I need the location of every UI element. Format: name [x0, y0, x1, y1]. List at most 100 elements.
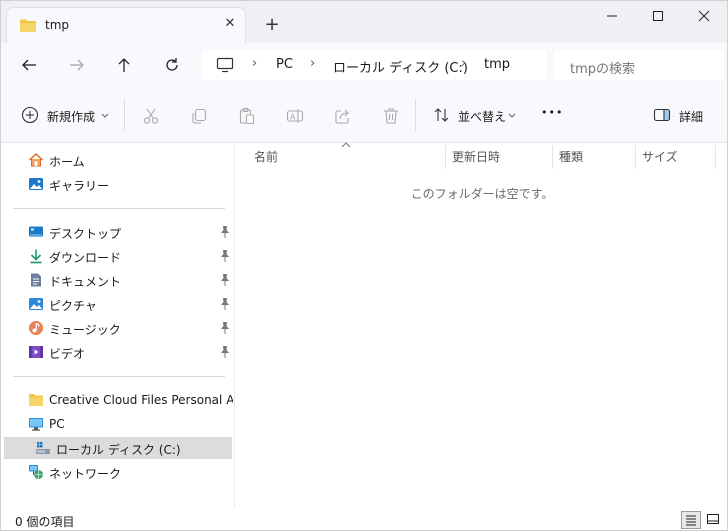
sort-caret-icon [341, 142, 351, 148]
sidebar-item-pictures[interactable]: ピクチャ [1, 293, 233, 315]
toolbar-divider [124, 99, 125, 131]
up-button[interactable] [111, 53, 137, 77]
pin-icon[interactable] [219, 249, 231, 263]
column-divider[interactable] [552, 145, 553, 169]
address-row: › PC › ローカル ディスク (C:) › tmp tmpの検索 [1, 43, 727, 87]
breadcrumb-pc[interactable]: PC [276, 57, 293, 72]
breadcrumb-separator: › [252, 56, 258, 71]
sidebar-item-label: ネットワーク [49, 467, 122, 481]
monitor-icon [216, 57, 234, 73]
tiles-view-icon [707, 514, 719, 524]
sidebar-item-label: ビデオ [49, 347, 86, 361]
column-divider[interactable] [445, 145, 446, 169]
file-list: 名前 更新日時 種類 サイズ このフォルダーは空です。 [235, 142, 727, 508]
sidebar-item-downloads[interactable]: ダウンロード [1, 245, 233, 267]
sort-button[interactable]: 並べ替え [433, 103, 519, 127]
maximize-button[interactable] [635, 5, 681, 29]
sidebar-item-label: PC [49, 417, 65, 431]
back-button[interactable] [16, 53, 42, 77]
tab-title: tmp [45, 18, 70, 32]
close-button[interactable] [681, 5, 727, 29]
column-divider[interactable] [715, 145, 716, 169]
sidebar-item-videos[interactable]: ビデオ [1, 341, 233, 363]
video-icon [29, 346, 43, 358]
minimize-icon [607, 15, 617, 17]
sidebar-divider [13, 208, 225, 209]
new-tab-button[interactable]: + [261, 15, 283, 37]
pin-icon[interactable] [219, 297, 231, 311]
list-view-icon [686, 515, 696, 526]
arrow-right-icon [70, 59, 84, 71]
pin-icon[interactable] [219, 225, 231, 239]
breadcrumb[interactable]: › PC › ローカル ディスク (C:) › tmp [202, 50, 547, 80]
pin-icon[interactable] [219, 273, 231, 287]
navigation-pane: ホーム ギャラリー デスクトップ ダウンロード ドキュメント ピクチャ ミュージ… [1, 143, 235, 508]
folder-icon [29, 394, 43, 406]
details-view-button[interactable] [681, 511, 701, 529]
item-count: 0 個の項目 [15, 515, 75, 529]
sidebar-item-label: ミュージック [49, 323, 121, 337]
chevron-down-icon [508, 113, 516, 118]
pin-icon[interactable] [219, 321, 231, 335]
breadcrumb-tmp[interactable]: tmp [484, 57, 510, 72]
forward-button[interactable] [64, 53, 90, 77]
minimize-button[interactable] [589, 5, 635, 29]
download-icon [30, 249, 42, 264]
sidebar-item-pc[interactable]: PC [1, 413, 233, 435]
new-label: 新規作成 [47, 110, 96, 124]
pin-icon[interactable] [219, 345, 231, 359]
sidebar-item-gallery[interactable]: ギャラリー [1, 173, 233, 195]
sidebar-item-label: ダウンロード [49, 251, 122, 265]
drive-icon [36, 442, 50, 454]
column-divider[interactable] [635, 145, 636, 169]
search-placeholder: tmpの検索 [570, 62, 636, 77]
tiles-view-button[interactable] [704, 511, 724, 529]
pictures-icon [29, 298, 43, 310]
network-icon [29, 465, 43, 479]
tab-tmp[interactable]: tmp ✕ [6, 7, 246, 43]
new-button[interactable]: 新規作成 [21, 103, 111, 127]
status-bar: 0 個の項目 [1, 508, 727, 530]
tab-close-icon[interactable]: ✕ [221, 15, 239, 33]
rename-icon[interactable]: A [286, 107, 304, 125]
column-header-size[interactable]: サイズ [642, 148, 678, 165]
toolbar-divider [415, 99, 416, 131]
home-icon [28, 152, 44, 167]
sidebar-item-music[interactable]: ミュージック [1, 317, 233, 339]
sidebar-item-label: ホーム [49, 155, 85, 169]
empty-folder-message: このフォルダーは空です。 [410, 187, 554, 201]
share-icon[interactable] [334, 107, 352, 125]
folder-icon [20, 19, 36, 32]
details-label: 詳細 [679, 110, 704, 124]
maximize-icon [653, 11, 663, 21]
paste-icon[interactable] [238, 107, 256, 125]
search-input[interactable]: tmpの検索 [554, 50, 724, 80]
column-header-modified[interactable]: 更新日時 [452, 148, 500, 165]
refresh-icon [166, 58, 178, 71]
trash-icon[interactable] [382, 107, 400, 125]
sidebar-item-desktop[interactable]: デスクトップ [1, 221, 233, 243]
sidebar-divider [13, 376, 225, 377]
column-header-name[interactable]: 名前 [254, 148, 278, 165]
refresh-button[interactable] [159, 53, 185, 77]
pc-icon [29, 418, 43, 431]
sidebar-item-documents[interactable]: ドキュメント [1, 269, 233, 291]
sidebar-item-home[interactable]: ホーム [1, 149, 233, 171]
command-bar: 新規作成 A 並べ替え ••• 詳細 [1, 87, 727, 143]
sidebar-item-network[interactable]: ネットワーク [1, 461, 233, 483]
column-header-type[interactable]: 種類 [559, 148, 583, 165]
close-icon [698, 10, 710, 22]
breadcrumb-separator: › [461, 56, 467, 71]
breadcrumb-local-disk[interactable]: ローカル ディスク (C:) [333, 57, 468, 76]
document-icon [31, 273, 41, 287]
sidebar-item-creative-cloud[interactable]: Creative Cloud Files Personal Account [1, 389, 233, 411]
sort-label: 並べ替え [458, 110, 507, 124]
copy-icon[interactable] [190, 107, 208, 125]
music-icon [29, 321, 43, 335]
gallery-icon [29, 178, 43, 190]
more-options-button[interactable]: ••• [541, 106, 563, 119]
details-button[interactable]: 詳細 [653, 103, 709, 127]
cut-icon[interactable] [142, 107, 160, 125]
sidebar-item-label: ローカル ディスク (C:) [56, 443, 181, 457]
sidebar-item-local-disk[interactable]: ローカル ディスク (C:) [4, 437, 232, 459]
